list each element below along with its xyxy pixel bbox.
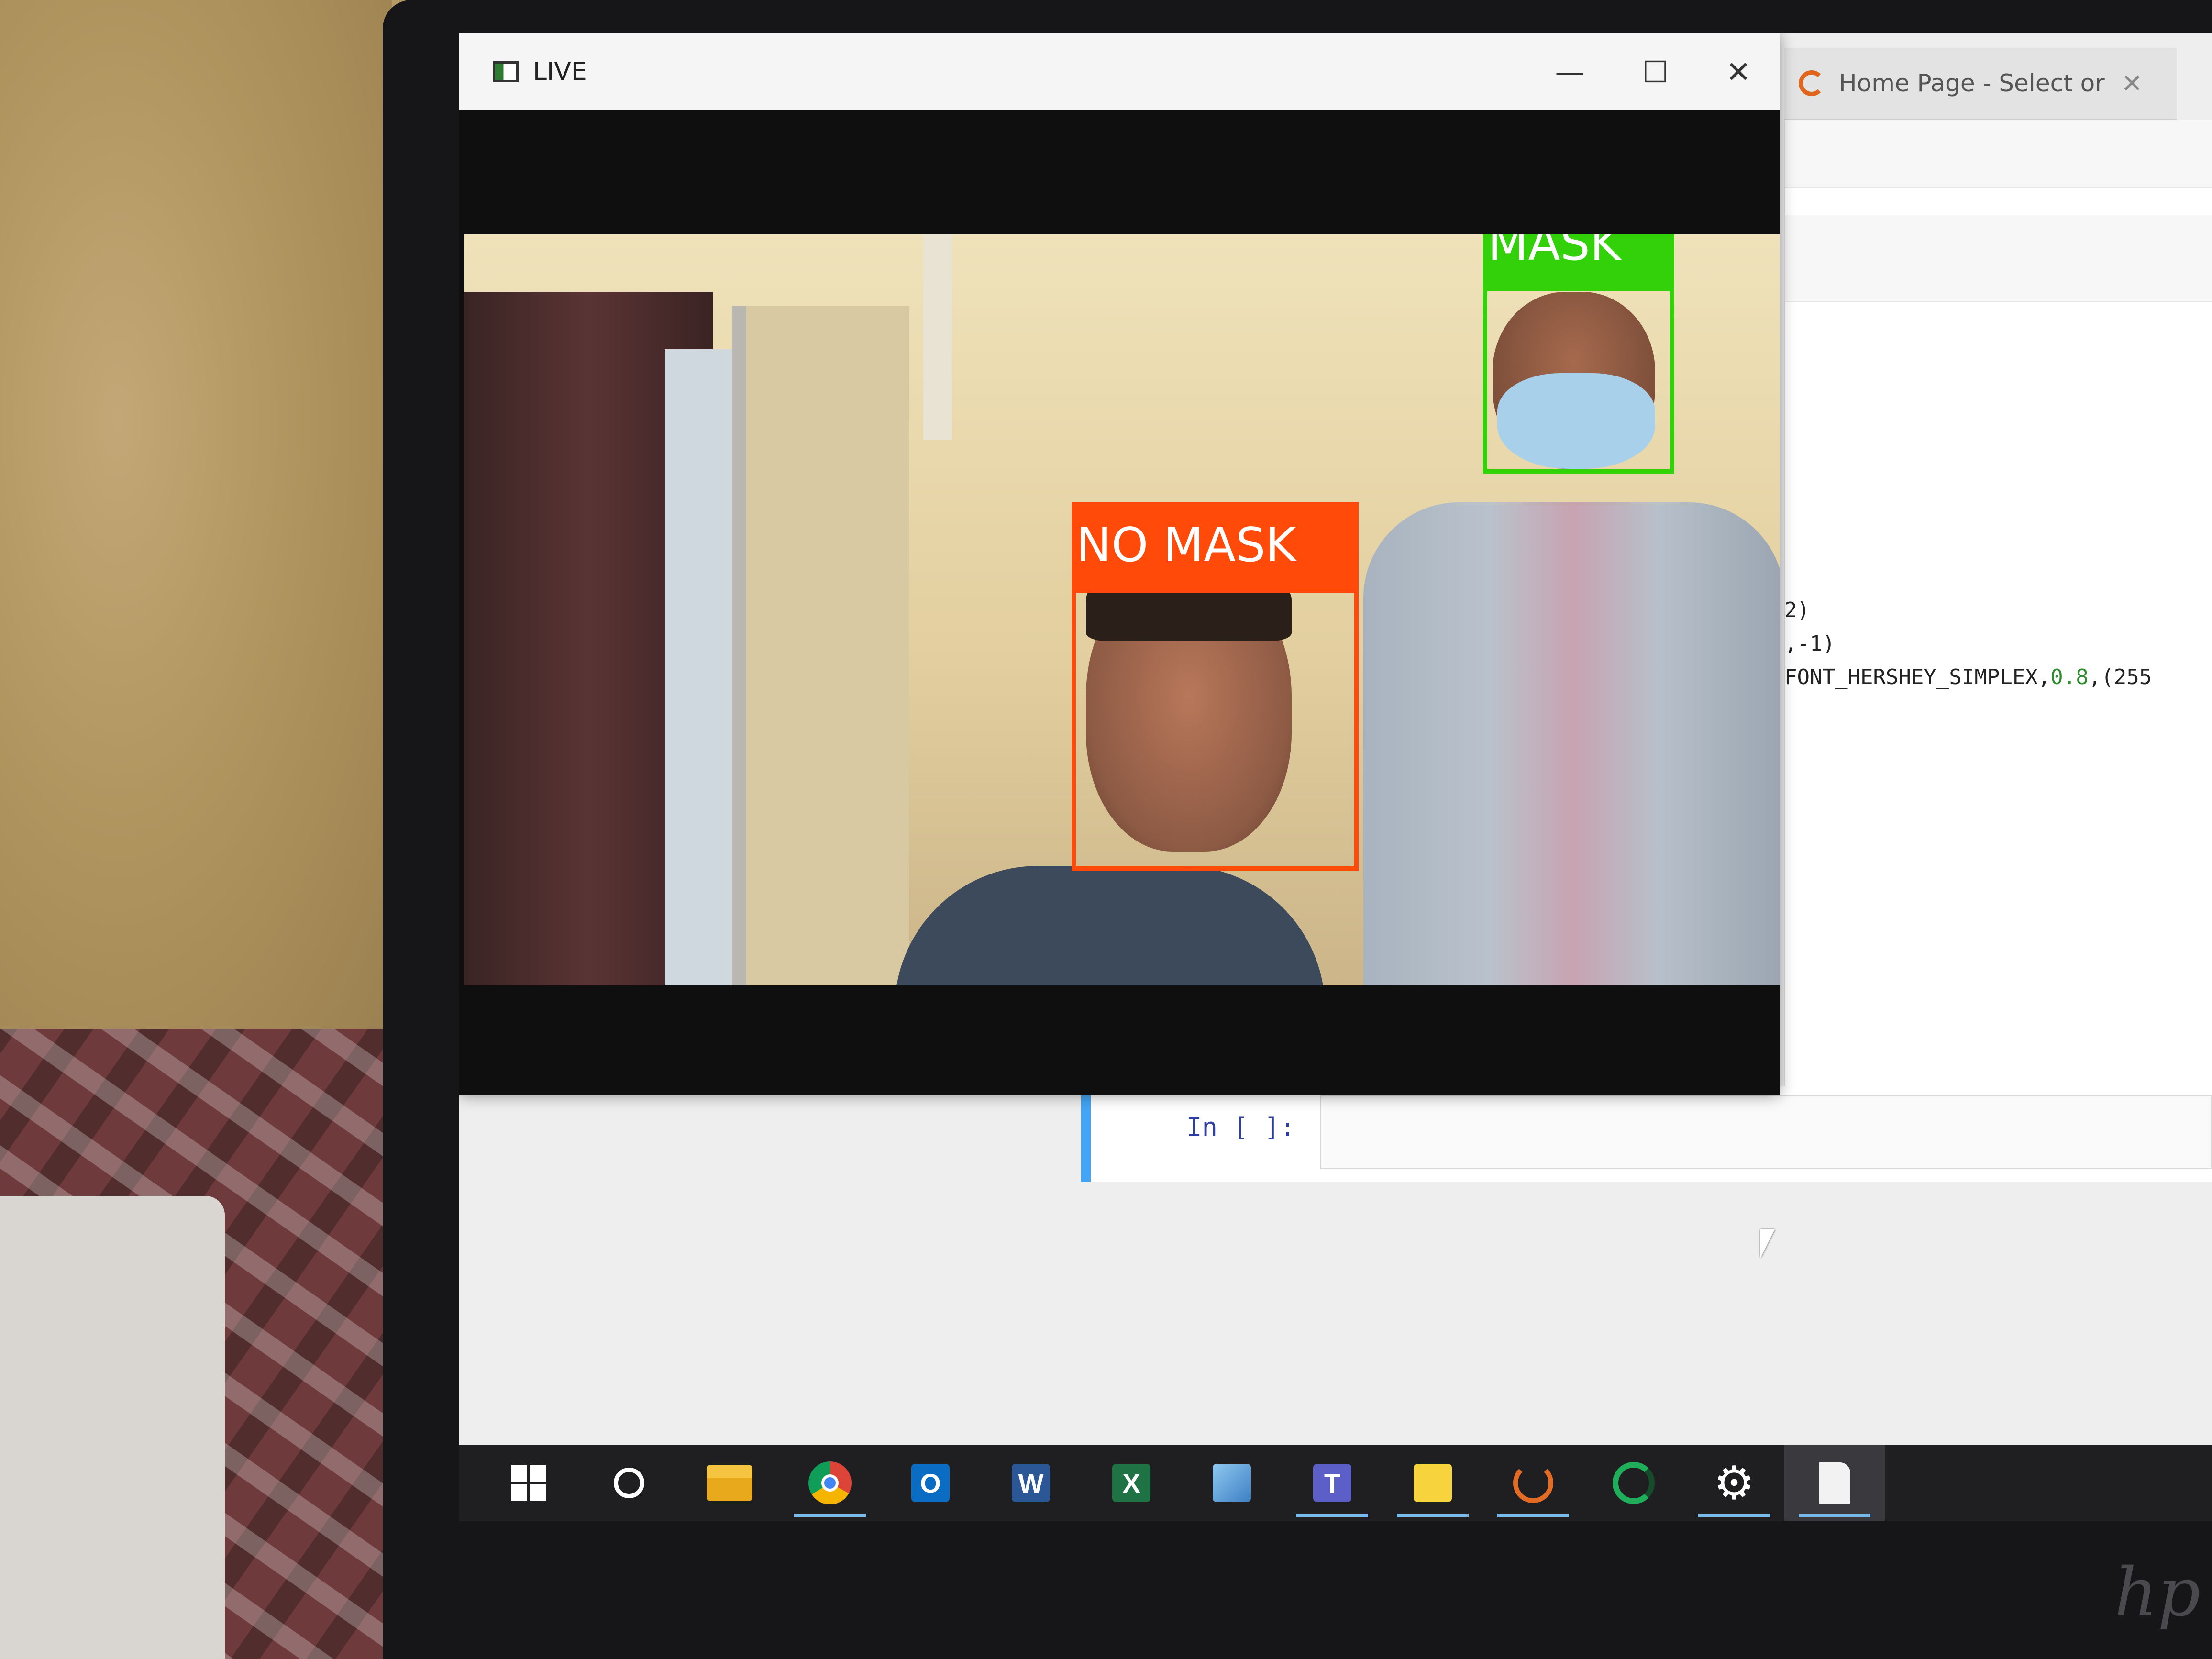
live-window[interactable]: LIVE — ☐ ✕ NO MASK MASK	[459, 33, 1780, 1095]
person-right-body	[1363, 502, 1780, 985]
word-icon: W	[1012, 1464, 1050, 1502]
taskbar-item-excel[interactable]: X	[1081, 1445, 1182, 1521]
mouse-cursor-icon	[1760, 1229, 1775, 1258]
laptop-screen: Home Page - Select or cre ✕ 2) ,-1) FONT…	[459, 33, 2212, 1521]
loading-icon	[1799, 70, 1825, 96]
live-titlebar[interactable]: LIVE — ☐ ✕	[459, 33, 1780, 110]
person-left-body	[895, 866, 1325, 985]
chrome-icon	[808, 1461, 852, 1504]
scene-pipe	[923, 234, 952, 440]
notebook-page	[1784, 120, 2212, 1095]
file-explorer-icon	[707, 1465, 752, 1501]
taskbar-item-green-spinner[interactable]	[1583, 1445, 1684, 1521]
taskbar-item-word[interactable]: W	[981, 1445, 1081, 1521]
windows-taskbar: O W X T ⚙	[459, 1445, 2212, 1521]
taskbar-item-chrome[interactable]	[780, 1445, 880, 1521]
scene-wardrobe-side	[665, 349, 741, 985]
mask-label: MASK	[1483, 234, 1674, 287]
hp-logo: hp	[2114, 1554, 2201, 1632]
taskbar-item-sticky-notes[interactable]	[1382, 1445, 1483, 1521]
notebook-code-cell[interactable]: In [ ]:	[1081, 1086, 2212, 1182]
notepad-icon	[1819, 1462, 1850, 1504]
no-mask-label: NO MASK	[1072, 502, 1359, 588]
code-line: ,-1)	[1784, 631, 1835, 656]
taskbar-item-file-explorer[interactable]	[679, 1445, 780, 1521]
taskbar-item-outlook[interactable]: O	[880, 1445, 981, 1521]
maximize-button[interactable]: ☐	[1642, 55, 1669, 89]
remote-desktop-icon	[1213, 1464, 1251, 1502]
green-spinner-icon	[1613, 1462, 1655, 1504]
face-bounding-box-mask	[1483, 287, 1674, 474]
cell-input[interactable]	[1320, 1095, 2212, 1169]
taskbar-item-settings-gear[interactable]: ⚙	[1684, 1445, 1784, 1521]
tab-close-icon[interactable]: ✕	[2121, 68, 2143, 99]
app-window-icon	[493, 61, 519, 82]
teams-icon: T	[1313, 1464, 1351, 1502]
windows-start-icon	[511, 1465, 546, 1501]
taskbar-item-teams[interactable]: T	[1282, 1445, 1382, 1521]
taskbar-item-notepad[interactable]	[1784, 1445, 1885, 1521]
window-controls: — ☐ ✕	[1555, 33, 1751, 110]
minimize-button[interactable]: —	[1555, 55, 1584, 89]
taskbar-item-orange-ring[interactable]	[1483, 1445, 1583, 1521]
search-circle-icon	[614, 1468, 644, 1498]
taskbar-item-remote-desktop[interactable]	[1182, 1445, 1282, 1521]
scene-door-frame	[732, 306, 909, 985]
browser-tab[interactable]: Home Page - Select or cre ✕	[1784, 48, 2177, 120]
orange-ring-icon	[1513, 1463, 1553, 1503]
taskbar-item-windows-start[interactable]	[478, 1445, 579, 1521]
outlook-icon: O	[911, 1464, 950, 1502]
code-line: 2)	[1784, 598, 1810, 622]
notebook-header-band	[1785, 215, 2212, 302]
window-title: LIVE	[533, 57, 587, 86]
background-wall	[0, 0, 392, 1052]
face-bounding-box-no-mask	[1072, 588, 1359, 871]
close-button[interactable]: ✕	[1726, 55, 1751, 89]
background-paper	[0, 1196, 225, 1659]
taskbar-item-search-circle[interactable]	[579, 1445, 679, 1521]
notebook-toolbar	[1785, 120, 2212, 188]
browser-tab-title: Home Page - Select or cre	[1839, 69, 2107, 97]
code-line: FONT_HERSHEY_SIMPLEX,0.8,(255	[1784, 665, 2152, 689]
cell-prompt: In [ ]:	[1186, 1112, 1295, 1142]
excel-icon: X	[1112, 1464, 1150, 1502]
sticky-notes-icon	[1414, 1464, 1452, 1502]
camera-feed: NO MASK MASK	[464, 234, 1780, 985]
settings-gear-icon: ⚙	[1713, 1458, 1755, 1509]
